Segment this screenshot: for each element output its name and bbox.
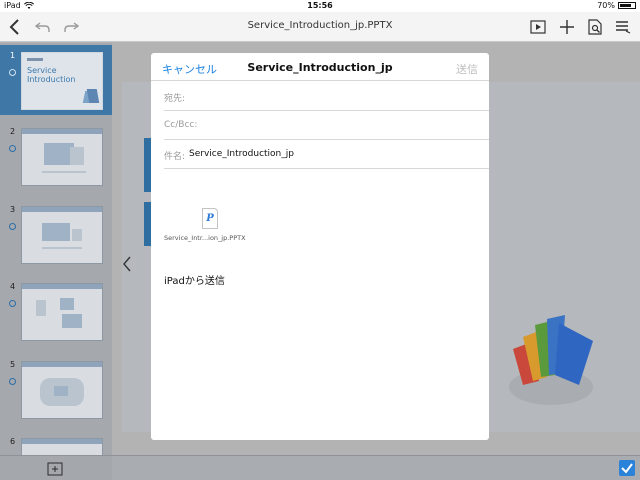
slide-title: Service Introduction — [27, 66, 76, 84]
chevron-left-icon — [123, 256, 131, 272]
select-button[interactable] — [619, 460, 635, 476]
battery-icon — [618, 2, 636, 9]
play-icon — [9, 69, 16, 76]
sidebar-footer — [0, 455, 112, 480]
composer-header: キャンセル Service_Introduction_jp 送信 — [151, 53, 489, 81]
send-button[interactable]: 送信 — [456, 61, 478, 77]
slide-number: 6 — [10, 437, 16, 446]
play-icon — [9, 223, 16, 230]
to-field[interactable]: 宛先: — [164, 82, 489, 111]
slide-preview — [21, 206, 103, 264]
mail-composer: キャンセル Service_Introduction_jp 送信 宛先: Cc/… — [151, 53, 489, 440]
menu-list-icon — [616, 21, 631, 34]
plus-icon — [560, 20, 574, 34]
slide-thumbnail-3[interactable]: 3 — [0, 199, 112, 269]
checkmark-icon — [621, 463, 633, 474]
document-tools-button[interactable] — [584, 16, 606, 38]
add-slide-icon — [47, 462, 63, 476]
slide-number: 1 — [10, 51, 16, 60]
add-button[interactable] — [556, 16, 578, 38]
document-search-icon — [588, 19, 602, 35]
slide-preview — [21, 283, 103, 341]
slide-preview: Service Introduction — [21, 52, 103, 110]
slide-thumbnail-5[interactable]: 5 — [0, 354, 112, 424]
battery-percent: 70% — [597, 1, 615, 10]
message-body-signature[interactable]: iPadから送信 — [164, 272, 225, 287]
file-icon-letter: P — [206, 213, 214, 224]
main-footer — [112, 455, 640, 480]
slideshow-button[interactable] — [527, 16, 549, 38]
attachment-name: Service_Intr...ion_jp.PPTX — [164, 234, 246, 242]
toolbar: Service_Introduction_jp.PPTX — [0, 12, 640, 42]
clock: 15:56 — [307, 1, 333, 10]
subject-label: 件名: — [164, 152, 186, 162]
play-slideshow-icon — [530, 20, 546, 34]
brand-logo-graphic — [507, 315, 599, 405]
slide-thumbnail-6[interactable]: 6 — [0, 431, 112, 455]
slide-number: 5 — [10, 360, 16, 369]
slide-number: 2 — [10, 127, 16, 136]
slide-thumbnail-sidebar: 1 Service Introduction 2 3 4 5 6 — [0, 43, 112, 455]
slide-thumbnail-2[interactable]: 2 — [0, 121, 112, 191]
menu-button[interactable] — [612, 16, 634, 38]
slide-number: 3 — [10, 205, 16, 214]
subject-field[interactable]: 件名: Service_Introduction_jp — [164, 140, 489, 169]
slide-preview — [21, 361, 103, 419]
play-icon — [9, 145, 16, 152]
logo-icon — [509, 315, 593, 405]
composer-title: Service_Introduction_jp — [247, 61, 393, 74]
pptx-file-icon: P — [202, 208, 218, 229]
subject-value: Service_Introduction_jp — [189, 149, 294, 159]
ccbcc-field[interactable]: Cc/Bcc: — [164, 111, 489, 140]
attachment[interactable]: P Service_Intr...ion_jp.PPTX — [164, 208, 264, 248]
slide-preview — [21, 438, 103, 455]
play-icon — [9, 300, 16, 307]
slide-thumbnail-4[interactable]: 4 — [0, 276, 112, 346]
status-bar: iPad 15:56 70% — [0, 0, 640, 12]
add-slide-button[interactable] — [47, 461, 63, 480]
slide-thumbnail-1[interactable]: 1 Service Introduction — [0, 45, 112, 115]
previous-slide-button[interactable] — [122, 256, 132, 277]
play-icon — [9, 378, 16, 385]
ccbcc-label: Cc/Bcc: — [164, 120, 198, 130]
slide-number: 4 — [10, 282, 16, 291]
to-label: 宛先: — [164, 94, 186, 104]
slide-preview — [21, 128, 103, 186]
